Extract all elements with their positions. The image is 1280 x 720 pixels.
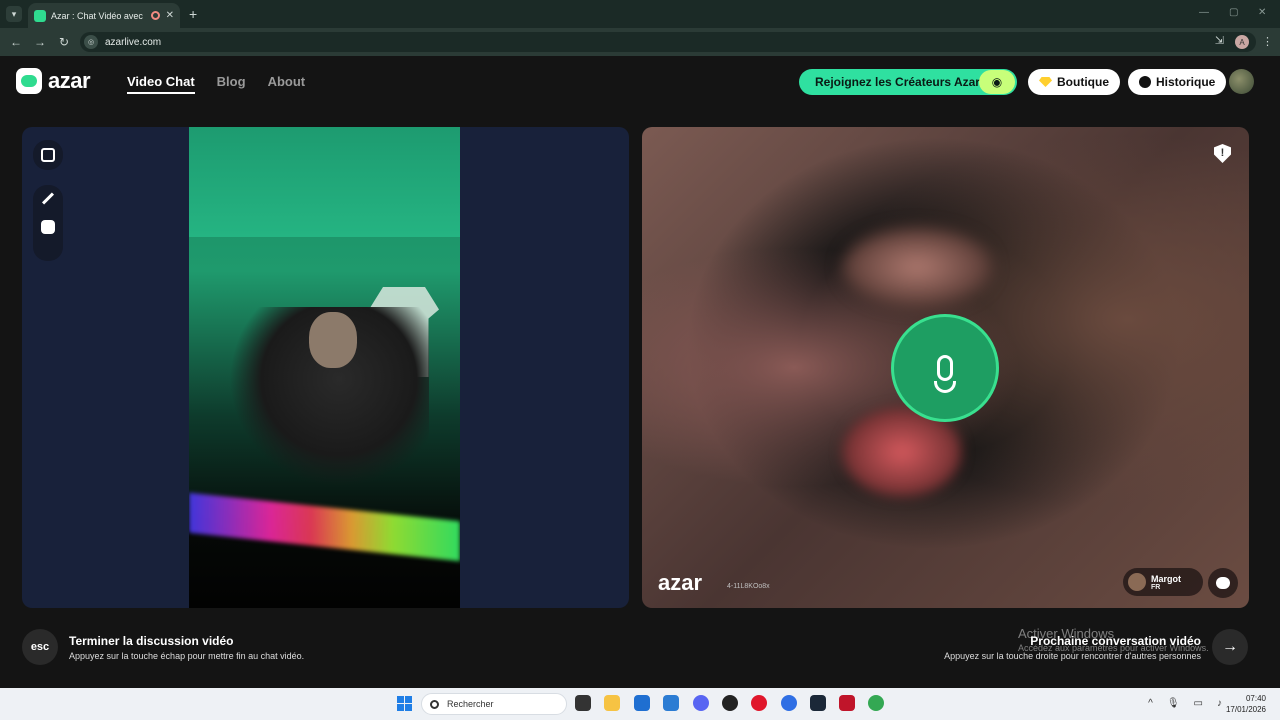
store-icon[interactable] xyxy=(634,695,650,711)
end-chat-title: Terminer la discussion vidéo xyxy=(69,634,234,648)
recording-indicator-icon xyxy=(150,11,160,20)
tab-title: Azar : Chat Vidéo avec de n xyxy=(51,10,145,21)
clock-date: 17/01/2026 xyxy=(1225,705,1266,714)
clock-icon xyxy=(1139,76,1151,88)
azar-logo[interactable]: azar xyxy=(16,68,91,94)
magic-wand-icon[interactable] xyxy=(41,192,55,205)
microphone-icon xyxy=(937,355,953,381)
remote-video-panel: ! azar 4-11L8KOo8x Margot FR xyxy=(642,127,1249,608)
main-nav: Video Chat Blog About xyxy=(127,74,305,94)
local-camera-feed xyxy=(189,127,460,608)
obs-icon[interactable] xyxy=(722,695,738,711)
browser-tab[interactable]: Azar : Chat Vidéo avec de n ✕ xyxy=(28,3,180,28)
remote-blurred-eyes xyxy=(842,227,992,307)
azar-favicon-icon xyxy=(34,9,46,22)
windows-start-icon[interactable] xyxy=(397,696,412,711)
reload-icon[interactable]: ↻ xyxy=(52,35,76,49)
collapse-video-button[interactable] xyxy=(33,140,63,170)
boutique-button[interactable]: Boutique xyxy=(1028,69,1120,95)
boutique-label: Boutique xyxy=(1057,75,1109,89)
outlook-icon[interactable] xyxy=(663,695,679,711)
effects-toolbar xyxy=(33,185,63,261)
chat-bubble-icon xyxy=(1216,577,1230,589)
nav-about[interactable]: About xyxy=(268,74,306,94)
tray-chevron-icon[interactable]: ^ xyxy=(1148,698,1153,709)
remote-user-country: FR xyxy=(1151,583,1161,591)
local-video-panel xyxy=(22,127,629,608)
end-chat-hint: Appuyez sur la touche échap pour mettre … xyxy=(69,651,305,661)
tab-close-icon[interactable]: ✕ xyxy=(166,10,174,21)
forward-arrow-icon[interactable]: → xyxy=(28,35,52,49)
logo-text: azar xyxy=(48,68,91,93)
nav-video-chat[interactable]: Video Chat xyxy=(127,74,195,94)
game-app-icon[interactable] xyxy=(839,695,855,711)
historique-button[interactable]: Historique xyxy=(1128,69,1227,95)
task-view-icon[interactable] xyxy=(575,695,591,711)
historique-label: Historique xyxy=(1156,75,1216,89)
discord-icon[interactable] xyxy=(693,695,709,711)
window-close-icon[interactable]: ✕ xyxy=(1258,7,1266,18)
next-chat-title: Prochaine conversation vidéo xyxy=(1030,634,1201,648)
azar-page: azar Video Chat Blog About Rejoignez les… xyxy=(0,56,1280,688)
address-bar[interactable]: ◎ azarlive.com ⇲ ☆ xyxy=(80,32,1256,52)
taskbar-search[interactable]: Rechercher xyxy=(421,693,567,715)
end-chat-button[interactable]: esc xyxy=(22,629,58,665)
right-arrow-icon: → xyxy=(1222,638,1238,655)
tray-display-icon[interactable]: ▭ xyxy=(1194,698,1203,709)
system-tray: ^ 🎙 ▭ ♪ xyxy=(1148,698,1222,709)
azar-watermark: azar xyxy=(658,570,703,595)
join-creators-label: Rejoignez les Créateurs Azar xyxy=(815,75,980,89)
remote-user-avatar xyxy=(1128,573,1146,591)
profile-avatar[interactable]: A xyxy=(1235,35,1249,49)
tray-mic-icon[interactable]: 🎙 xyxy=(1167,698,1180,709)
opera-icon[interactable] xyxy=(751,695,767,711)
remote-user-chip[interactable]: Margot FR xyxy=(1123,568,1203,596)
remote-user-name: Margot xyxy=(1151,573,1181,584)
browser-tab-bar: ▾ Azar : Chat Vidéo avec de n ✕ + — ▢ ✕ xyxy=(0,0,1280,28)
nav-blog[interactable]: Blog xyxy=(217,74,246,94)
report-shield-icon[interactable]: ! xyxy=(1214,144,1231,163)
clock-time: 07:40 xyxy=(1245,694,1266,703)
steam-icon[interactable] xyxy=(810,695,826,711)
face-filter-icon[interactable] xyxy=(41,220,55,234)
user-avatar[interactable] xyxy=(1229,69,1254,94)
vpn-icon[interactable] xyxy=(781,695,797,711)
windows-taskbar: Rechercher ^ 🎙 ▭ ♪ 07:40 17/01/2026 xyxy=(0,688,1280,720)
tab-search-dropdown-icon[interactable]: ▾ xyxy=(6,6,22,22)
maximize-icon[interactable]: ▢ xyxy=(1229,7,1238,18)
tray-volume-icon[interactable]: ♪ xyxy=(1217,698,1222,709)
watermark-id: 4-11L8KOo8x xyxy=(727,583,770,590)
taskbar-clock[interactable]: 07:40 17/01/2026 xyxy=(1226,693,1266,715)
next-chat-button[interactable]: → xyxy=(1212,629,1248,665)
browser-menu-icon[interactable]: ⋮ xyxy=(1262,35,1273,48)
next-chat-hint: Appuyez sur la touche droite pour rencon… xyxy=(944,651,1201,661)
new-tab-button[interactable]: + xyxy=(189,6,197,22)
install-app-icon[interactable]: ⇲ xyxy=(1215,34,1224,47)
file-explorer-icon[interactable] xyxy=(604,695,620,711)
microphone-button[interactable] xyxy=(891,314,999,422)
search-icon xyxy=(430,699,439,709)
browser-toolbar: ← → ↻ ◎ azarlive.com ⇲ ☆ A ⋮ xyxy=(0,28,1280,56)
minimize-icon[interactable]: — xyxy=(1199,7,1209,18)
join-creators-button[interactable]: Rejoignez les Créateurs Azar ◉ xyxy=(799,69,1017,95)
chat-button[interactable] xyxy=(1208,568,1238,598)
back-arrow-icon[interactable]: ← xyxy=(4,35,28,49)
gem-icon xyxy=(1039,77,1052,87)
taskbar-search-placeholder: Rechercher xyxy=(447,699,494,709)
rgb-keyboard xyxy=(189,492,460,562)
url-text: azarlive.com xyxy=(105,36,162,48)
collapse-icon xyxy=(41,148,55,162)
creators-badge-icon: ◉ xyxy=(979,70,1015,94)
chrome-icon[interactable] xyxy=(868,695,884,711)
azar-logo-icon xyxy=(16,68,42,94)
site-info-icon[interactable]: ◎ xyxy=(84,35,98,49)
